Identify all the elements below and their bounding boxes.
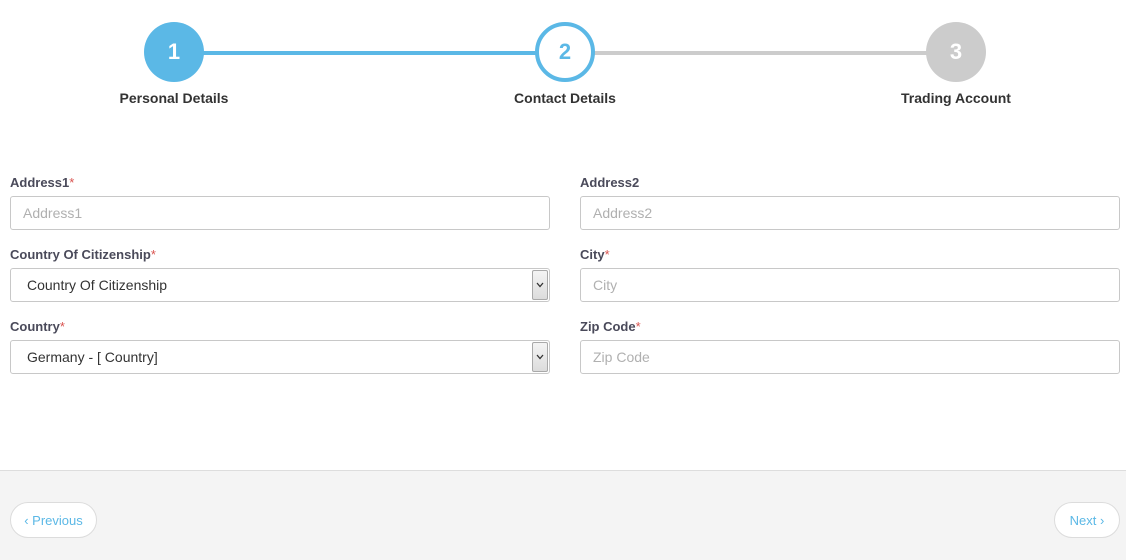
required-mark: *	[150, 247, 156, 262]
country-select[interactable]: Germany - [ Country]	[10, 340, 550, 374]
step-2-circle: 2	[535, 22, 595, 82]
citizenship-selected-value: Country Of Citizenship	[27, 277, 168, 293]
required-mark: *	[604, 247, 610, 262]
step-1-circle: 1	[144, 22, 204, 82]
wizard-footer: ‹ Previous Next ›	[0, 470, 1126, 560]
address2-group: Address2	[580, 172, 1120, 244]
form-row-2: Country Of Citizenship* Country Of Citiz…	[10, 244, 1120, 316]
citizenship-label: Country Of Citizenship*	[10, 247, 156, 262]
form-row-1: Address1* Address2	[10, 172, 1120, 244]
city-group: City*	[580, 244, 1120, 316]
form-row-3: Country* Germany - [ Country] Zip Code*	[10, 316, 1120, 388]
zip-input[interactable]	[580, 340, 1120, 374]
zip-group: Zip Code*	[580, 316, 1120, 388]
step-trading-account[interactable]: 3 Trading Account	[836, 22, 1076, 106]
address1-label: Address1*	[10, 175, 75, 190]
next-button[interactable]: Next ›	[1054, 502, 1120, 538]
required-mark: *	[59, 319, 65, 334]
country-group: Country* Germany - [ Country]	[10, 316, 550, 388]
chevron-down-icon[interactable]	[532, 342, 548, 372]
step-3-circle: 3	[926, 22, 986, 82]
city-input[interactable]	[580, 268, 1120, 302]
previous-button[interactable]: ‹ Previous	[10, 502, 97, 538]
address1-group: Address1*	[10, 172, 550, 244]
zip-label: Zip Code*	[580, 319, 641, 334]
address2-label: Address2	[580, 175, 640, 190]
progress-stepper: 1 Personal Details 2 Contact Details 3 T…	[0, 0, 1126, 130]
country-selected-value: Germany - [ Country]	[27, 349, 158, 365]
address1-input[interactable]	[10, 196, 550, 230]
step-3-label: Trading Account	[901, 90, 1011, 106]
required-mark: *	[69, 175, 75, 190]
contact-details-form: Address1* Address2 Country Of Citizenshi…	[10, 172, 1120, 388]
city-label: City*	[580, 247, 610, 262]
citizenship-select[interactable]: Country Of Citizenship	[10, 268, 550, 302]
required-mark: *	[635, 319, 641, 334]
country-label: Country*	[10, 319, 65, 334]
step-1-label: Personal Details	[119, 90, 229, 106]
step-contact-details[interactable]: 2 Contact Details	[445, 22, 685, 106]
citizenship-group: Country Of Citizenship* Country Of Citiz…	[10, 244, 550, 316]
step-2-label: Contact Details	[514, 90, 616, 106]
step-personal-details[interactable]: 1 Personal Details	[54, 22, 294, 106]
registration-wizard: 1 Personal Details 2 Contact Details 3 T…	[0, 0, 1126, 560]
address2-input[interactable]	[580, 196, 1120, 230]
chevron-down-icon[interactable]	[532, 270, 548, 300]
